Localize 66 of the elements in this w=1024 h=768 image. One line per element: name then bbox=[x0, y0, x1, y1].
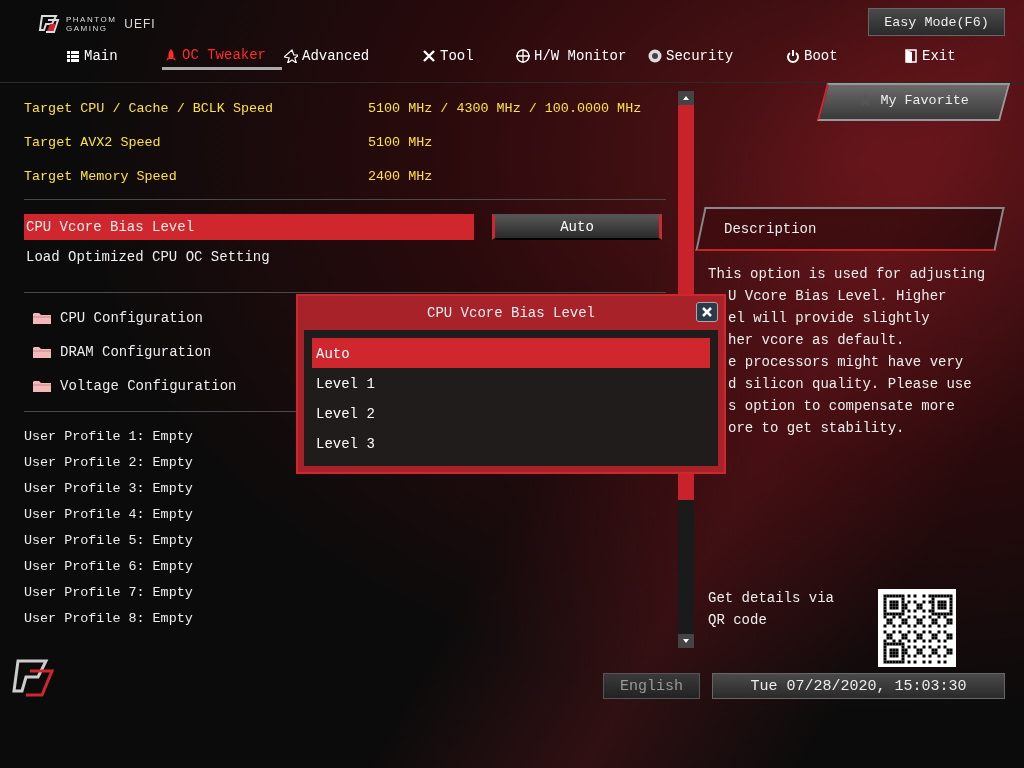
folder-icon bbox=[32, 310, 52, 326]
my-favorite-button[interactable]: My Favorite bbox=[816, 83, 1011, 121]
description-text: her vcore as default. bbox=[727, 331, 906, 350]
setting-value-button[interactable]: Auto bbox=[492, 214, 662, 240]
target-value: 5100 MHz / 4300 MHz / 100.0000 MHz bbox=[368, 100, 642, 116]
product-name: UEFI bbox=[124, 17, 156, 31]
brand-name: GAMING bbox=[66, 24, 109, 33]
menu-tab[interactable]: Advanced bbox=[282, 42, 420, 70]
description-text: d silicon quality. Please use bbox=[727, 375, 973, 394]
language-button[interactable]: English bbox=[603, 673, 700, 699]
logo-icon bbox=[38, 14, 60, 34]
menu-tab[interactable]: H/W Monitor bbox=[514, 42, 646, 70]
description-text: s option to compensate more bbox=[727, 397, 956, 416]
menu-tab[interactable]: Main bbox=[64, 42, 162, 70]
description-text: This option is used for adjusting bbox=[708, 265, 987, 284]
description-text: U Vcore Bias Level. Higher bbox=[727, 287, 948, 306]
brand-name: PHANTOM bbox=[66, 15, 117, 24]
user-profile-item[interactable]: User Profile 8: Empty bbox=[24, 606, 666, 632]
popup-title: CPU Vcore Bias Level bbox=[427, 305, 595, 321]
target-value: 5100 MHz bbox=[368, 134, 433, 150]
target-value: 2400 MHz bbox=[368, 168, 433, 184]
folder-icon bbox=[32, 378, 52, 394]
scroll-up-button[interactable] bbox=[678, 91, 694, 105]
qr-caption: Get details via QR code bbox=[708, 589, 836, 630]
option-item[interactable]: Level 1 bbox=[312, 368, 710, 398]
crosshair-icon bbox=[516, 49, 530, 63]
target-label: Target AVX2 Speed bbox=[24, 134, 162, 150]
scroll-down-button[interactable] bbox=[678, 634, 694, 648]
easy-mode-button[interactable]: Easy Mode(F6) bbox=[868, 8, 1005, 36]
user-profile-item[interactable]: User Profile 5: Empty bbox=[24, 528, 666, 554]
description-text: e processors might have very bbox=[727, 353, 965, 372]
star-icon bbox=[284, 49, 298, 63]
option-item[interactable]: Level 2 bbox=[312, 398, 710, 428]
description-title: Description bbox=[724, 221, 817, 237]
submenu-link[interactable]: Voltage Configuration bbox=[60, 378, 237, 394]
door-icon bbox=[904, 49, 918, 63]
description-text: ore to get stability. bbox=[727, 419, 906, 438]
menu-tab[interactable]: Security bbox=[646, 42, 784, 70]
option-item[interactable]: Auto bbox=[312, 338, 710, 368]
list-icon bbox=[66, 49, 80, 63]
power-icon bbox=[786, 49, 800, 63]
user-profile-item[interactable]: User Profile 3: Empty bbox=[24, 476, 666, 502]
folder-icon bbox=[32, 344, 52, 360]
user-profile-item[interactable]: User Profile 4: Empty bbox=[24, 502, 666, 528]
menu-tab[interactable]: OC Tweaker bbox=[162, 42, 282, 70]
down-arrow-icon bbox=[682, 638, 690, 644]
menu-tab[interactable]: Tool bbox=[420, 42, 514, 70]
submenu-link[interactable]: CPU Configuration bbox=[60, 310, 203, 326]
setting-label[interactable]: CPU Vcore Bias Level bbox=[24, 214, 474, 240]
user-profile-item[interactable]: User Profile 6: Empty bbox=[24, 554, 666, 580]
tools-icon bbox=[422, 49, 436, 63]
menu-tab[interactable]: Boot bbox=[784, 42, 902, 70]
logo-icon bbox=[10, 657, 56, 699]
submenu-link[interactable]: DRAM Configuration bbox=[60, 344, 212, 360]
target-label: Target CPU / Cache / BCLK Speed bbox=[24, 100, 275, 116]
up-arrow-icon bbox=[682, 95, 690, 101]
target-label: Target Memory Speed bbox=[24, 168, 178, 184]
description-text: el will provide slightly bbox=[727, 309, 931, 328]
rocket-icon bbox=[164, 47, 178, 62]
close-icon bbox=[701, 306, 713, 318]
option-item[interactable]: Level 3 bbox=[312, 428, 710, 458]
date-time-display[interactable]: Tue 07/28/2020, 15:03:30 bbox=[712, 673, 1005, 699]
close-button[interactable] bbox=[696, 302, 718, 322]
user-profile-item[interactable]: User Profile 7: Empty bbox=[24, 580, 666, 606]
setting-label[interactable]: Load Optimized CPU OC Setting bbox=[24, 244, 474, 270]
menu-tab[interactable]: Exit bbox=[902, 42, 992, 70]
